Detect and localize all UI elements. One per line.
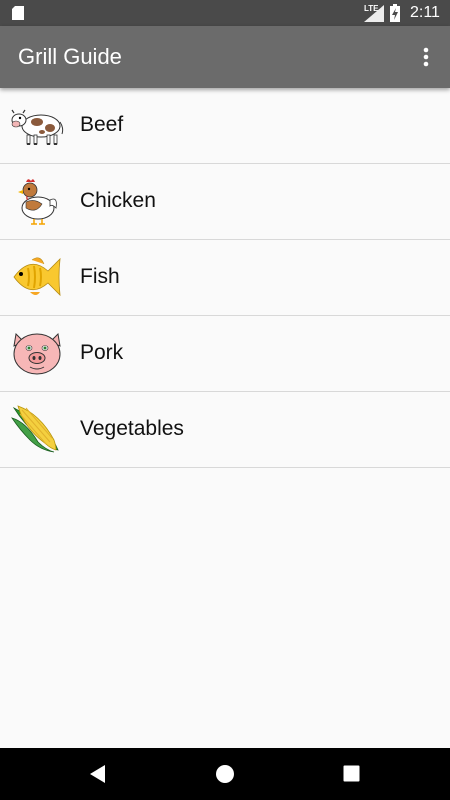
cow-icon [11,109,64,145]
recents-icon[interactable] [343,765,360,782]
sd-card-icon [12,6,24,20]
back-icon[interactable] [88,764,106,784]
list-item-label: Fish [80,265,120,288]
app-bar: Grill Guide [0,26,450,88]
list-item-label: Chicken [80,189,156,212]
list-item-label: Pork [80,341,124,364]
signal-icon [364,5,384,22]
list-item-label: Beef [80,113,124,136]
food-list: Beef Chicken Fish Pork Vegetables [0,88,450,468]
list-item-label: Vegetables [80,417,184,440]
status-bar: LTE 2:11 [0,0,450,26]
battery-charging-icon [390,4,400,22]
list-item-pork[interactable]: Pork [0,316,450,392]
list-item-chicken[interactable]: Chicken [0,164,450,240]
clock: 2:11 [410,4,440,21]
list-item-beef[interactable]: Beef [0,88,450,164]
corn-icon [11,405,59,453]
list-item-fish[interactable]: Fish [0,240,450,316]
chicken-icon [18,179,57,225]
more-vertical-icon[interactable] [418,46,434,68]
fish-icon [13,257,61,297]
pig-icon [13,332,61,375]
home-icon[interactable] [215,764,235,784]
page-title: Grill Guide [18,44,122,69]
navigation-bar [0,748,450,800]
list-item-vegetables[interactable]: Vegetables [0,392,450,468]
